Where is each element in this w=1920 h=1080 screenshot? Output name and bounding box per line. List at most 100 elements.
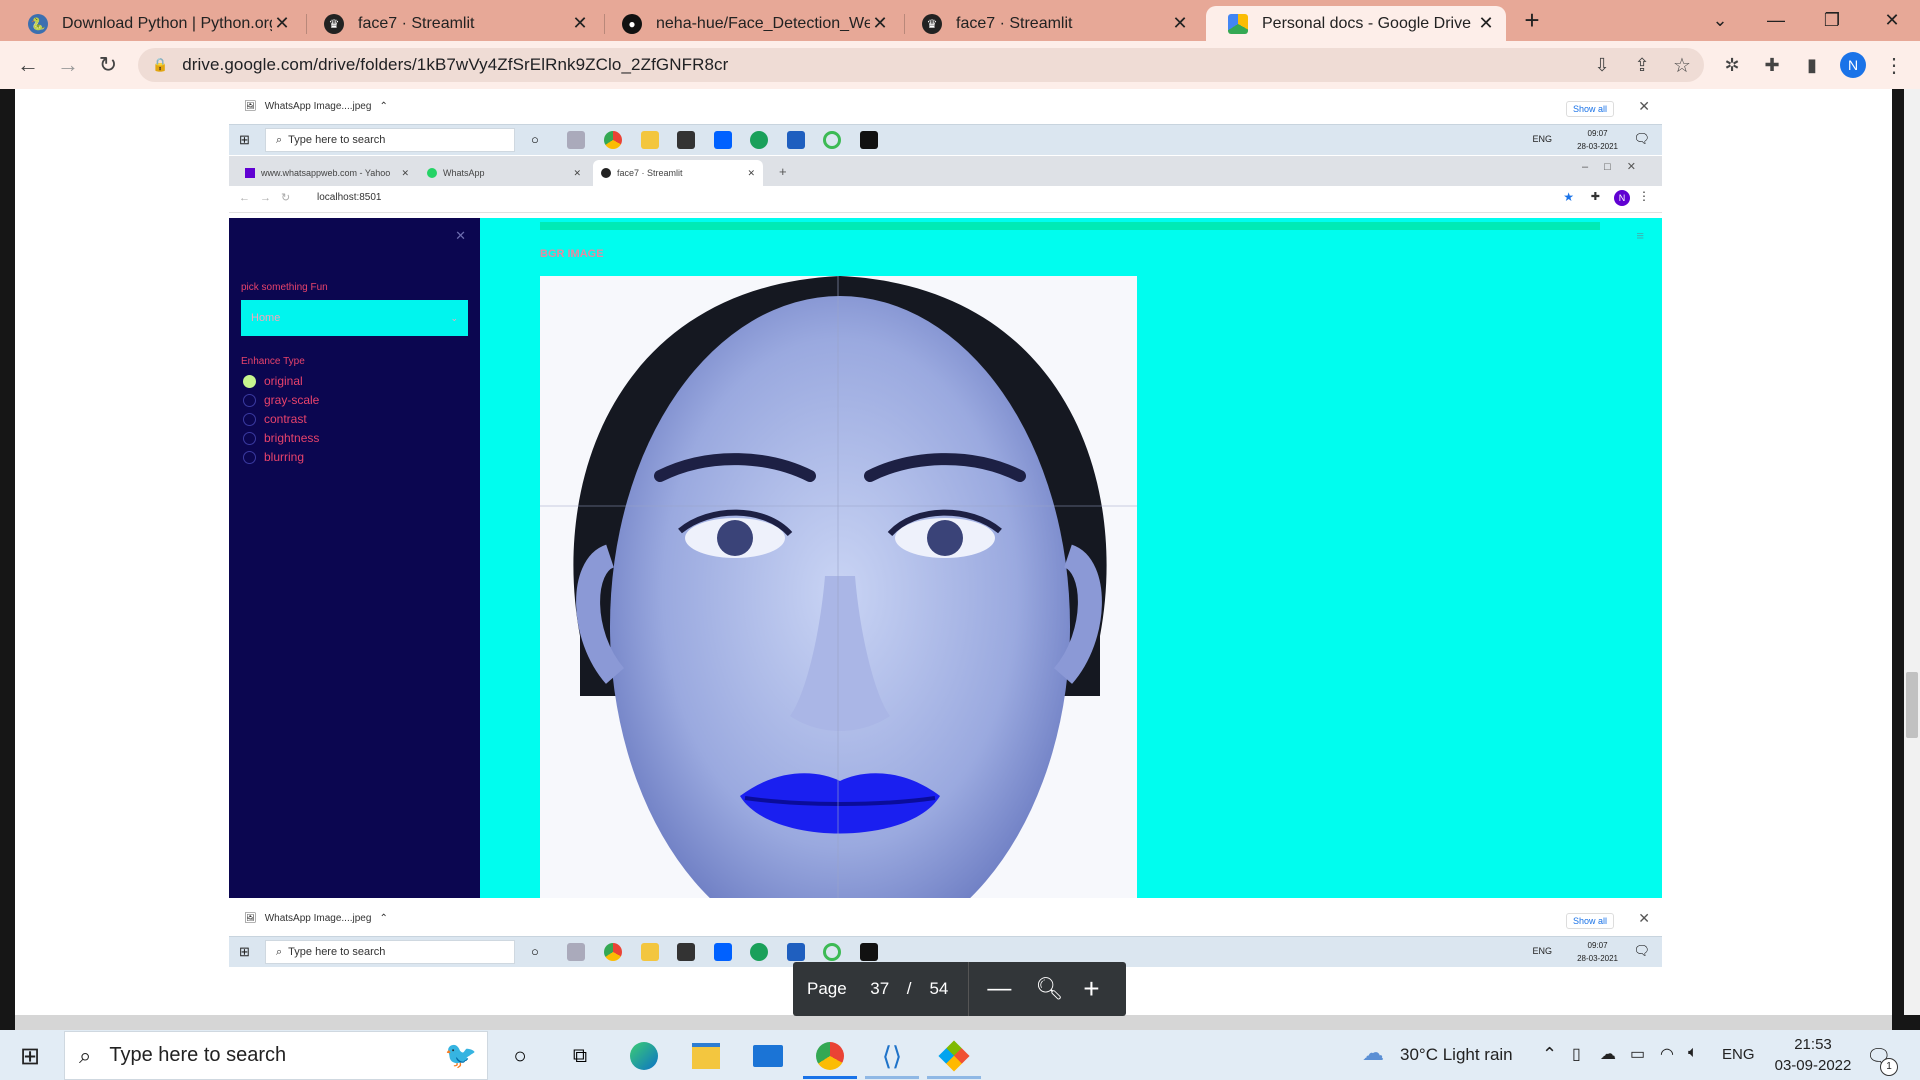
whatsapp-icon (427, 168, 437, 178)
close-icon: ✕ (573, 167, 581, 178)
radio-brightness: brightness (243, 431, 319, 445)
side-panel-icon[interactable]: ▮ (1798, 51, 1826, 79)
volume-icon[interactable]: 🔈︎ (1688, 1044, 1698, 1062)
forward-icon[interactable]: → (54, 51, 82, 79)
git-icon[interactable] (938, 1040, 970, 1072)
close-window-button[interactable]: ✕ (1864, 0, 1920, 41)
taskbar-time: 09:07 (1587, 941, 1608, 950)
streamlit-app: ✕ pick something Fun Home ⌄ Enhance Type… (229, 218, 1662, 898)
app-circle-icon (823, 943, 841, 961)
inner-url: localhost:8501 (317, 192, 382, 203)
taskbar-search-box[interactable]: ⌕ Type here to search 🐦 (64, 1031, 488, 1080)
windows-logo-icon: ⊞ (239, 132, 250, 147)
url-text: drive.google.com/drive/folders/1kB7wVy4Z… (182, 55, 729, 74)
chevron-up-icon: ⌃ (379, 913, 388, 924)
inner-window-controls: –□✕ (1582, 161, 1652, 173)
inner-tab-title: WhatsApp (443, 168, 485, 178)
tab-search-chevron-icon[interactable]: ⌄ (1692, 0, 1748, 41)
tab-google-drive[interactable]: Personal docs - Google Drive ✕ (1206, 6, 1506, 41)
onedrive-icon[interactable]: ☁ (1600, 1044, 1616, 1064)
radio-icon (243, 431, 256, 445)
radio-label: original (264, 374, 303, 388)
wifi-icon[interactable]: ◠ (1660, 1044, 1674, 1064)
inner-browser-tabs: www.whatsappweb.com - Yahoo ✕ WhatsApp ✕ f… (229, 156, 1662, 186)
chrome-icon[interactable] (814, 1040, 846, 1072)
close-icon: ✕ (747, 167, 755, 178)
minimize-button[interactable]: — (1748, 0, 1804, 41)
cortana-icon[interactable]: ○ (504, 1040, 536, 1072)
share-icon[interactable]: ⇪ (1628, 51, 1656, 79)
image-file-icon: 🖼 (244, 913, 257, 924)
vscode-icon[interactable]: ⟨⟩ (876, 1040, 908, 1072)
streamlit-icon (601, 168, 611, 178)
edge-icon (750, 131, 768, 149)
page-number-input[interactable]: 37 (865, 979, 895, 999)
kebab-menu-icon[interactable]: ⋮ (1880, 51, 1908, 79)
taskbar-lang: ENG (1532, 134, 1552, 144)
radio-contrast: contrast (243, 412, 307, 426)
radio-gray-scale: gray-scale (243, 393, 319, 407)
windows-start-icon[interactable]: ⊞ (14, 1040, 46, 1072)
system-clock[interactable]: 21:53 03-09-2022 (1768, 1034, 1858, 1076)
search-placeholder: Type here to search (109, 1044, 287, 1066)
tab-streamlit-1[interactable]: ♛ face7 · Streamlit ✕ (302, 6, 600, 41)
reload-icon[interactable]: ↻ (94, 51, 122, 79)
taskbar-clock: 09:07 28-03-2021 (1577, 939, 1618, 965)
zoom-in-icon[interactable]: + (1083, 973, 1099, 1005)
extension-bug-icon[interactable]: ✲ (1718, 51, 1746, 79)
image-file-icon: 🖼 (244, 101, 257, 112)
back-icon[interactable]: ← (14, 51, 42, 79)
close-tab-icon[interactable]: ✕ (570, 13, 590, 34)
edge-icon[interactable] (628, 1040, 660, 1072)
language-indicator[interactable]: ENG (1722, 1046, 1755, 1063)
terminal-icon (860, 943, 878, 961)
radio-label: gray-scale (264, 393, 320, 407)
weather-text[interactable]: 30°C Light rain (1400, 1045, 1513, 1065)
device-icon[interactable]: ▯ (1572, 1044, 1581, 1064)
new-tab-button[interactable]: + (1504, 0, 1560, 41)
vertical-scrollbar[interactable] (1904, 89, 1920, 1015)
file-explorer-icon (641, 943, 659, 961)
tab-streamlit-2[interactable]: ♛ face7 · Streamlit ✕ (900, 6, 1200, 41)
search-icon: ⌕ (276, 133, 283, 146)
page-select: Home ⌄ (241, 300, 468, 336)
word-icon (787, 943, 805, 961)
file-explorer-icon[interactable] (690, 1040, 722, 1072)
hummingbird-icon: 🐦 (444, 1040, 477, 1070)
extensions-puzzle-icon[interactable]: ✚ (1758, 51, 1786, 79)
close-tab-icon[interactable]: ✕ (1170, 13, 1190, 34)
zoom-out-icon[interactable]: — (987, 975, 1011, 1003)
profile-avatar[interactable]: N (1840, 52, 1866, 78)
word-icon (787, 131, 805, 149)
radio-selected-icon (243, 374, 256, 388)
clock-time: 21:53 (1794, 1036, 1832, 1053)
github-icon: ● (622, 13, 642, 34)
taskbar-time: 09:07 (1587, 129, 1608, 138)
tab-title: face7 · Streamlit (358, 14, 475, 32)
install-icon[interactable]: ⇩ (1588, 51, 1616, 79)
battery-icon[interactable]: ▭ (1630, 1044, 1645, 1064)
task-view-icon[interactable]: ⧉ (564, 1040, 596, 1072)
close-tab-icon[interactable]: ✕ (870, 13, 890, 34)
app-indicator (927, 1076, 981, 1079)
download-item: 🖼 WhatsApp Image....jpeg ⌃ (244, 101, 388, 112)
restore-button[interactable]: ❐ (1804, 0, 1860, 41)
address-bar[interactable]: 🔒 drive.google.com/drive/folders/1kB7wVy… (138, 48, 1704, 82)
close-tab-icon[interactable]: ✕ (1476, 13, 1496, 34)
tab-github[interactable]: ● neha-hue/Face_Detection_WebA ✕ (600, 6, 900, 41)
show-all-button: Show all (1565, 913, 1614, 929)
image-caption: BGR IMAGE (540, 248, 604, 260)
weather-icon[interactable]: ☁ (1362, 1040, 1384, 1066)
active-app-indicator (803, 1076, 857, 1079)
mail-icon[interactable] (752, 1040, 784, 1072)
tab-python[interactable]: 🐍 Download Python | Python.org ✕ (6, 6, 302, 41)
horizontal-scrollbar[interactable] (15, 1015, 1892, 1030)
tray-chevron-icon[interactable]: ⌃ (1542, 1044, 1557, 1065)
scrollbar-thumb[interactable] (1906, 672, 1918, 738)
cortana-icon: ○ (531, 944, 539, 959)
zoom-icon[interactable]: 🔍︎ (1035, 976, 1063, 1002)
google-drive-icon (1228, 13, 1248, 34)
taskbar-search: ⌕ Type here to search (265, 940, 515, 964)
bookmark-star-icon[interactable]: ☆ (1668, 51, 1696, 79)
close-tab-icon[interactable]: ✕ (272, 13, 292, 34)
